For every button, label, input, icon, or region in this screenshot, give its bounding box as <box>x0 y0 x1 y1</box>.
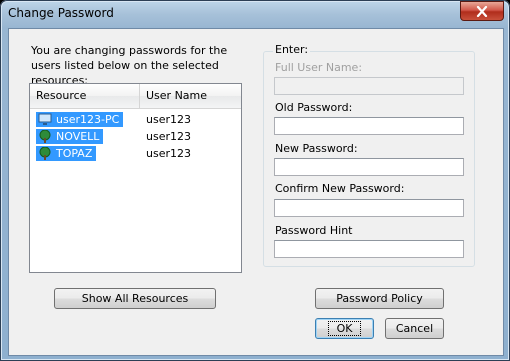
cancel-button[interactable]: Cancel <box>385 318 444 339</box>
tree-icon <box>39 130 51 143</box>
old-password-field[interactable] <box>274 117 464 135</box>
new-password-field[interactable] <box>274 158 464 176</box>
close-icon <box>476 5 488 17</box>
password-hint-field[interactable] <box>274 240 464 258</box>
change-password-dialog: Change Password You are changing passwor… <box>0 0 510 361</box>
resource-name: TOPAZ <box>36 146 97 161</box>
confirm-password-field[interactable] <box>274 199 464 217</box>
tree-icon <box>39 147 51 160</box>
resource-name: NOVELL <box>36 129 104 144</box>
resource-list[interactable]: Resource User Name user123-PC user123 NO… <box>29 83 242 273</box>
confirm-password-label: Confirm New Password: <box>275 182 405 195</box>
full-user-name-field <box>274 77 464 95</box>
list-item[interactable]: NOVELL user123 <box>30 129 241 146</box>
password-hint-label: Password Hint <box>275 224 353 237</box>
enter-group-label: Enter: <box>273 43 311 56</box>
list-item[interactable]: TOPAZ user123 <box>30 146 241 163</box>
intro-text: You are changing passwords for the users… <box>31 44 228 87</box>
computer-icon <box>38 113 52 125</box>
dialog-body: You are changing passwords for the users… <box>8 28 504 356</box>
show-all-resources-button[interactable]: Show All Resources <box>54 288 216 309</box>
new-password-label: New Password: <box>275 142 358 155</box>
full-user-name-label: Full User Name: <box>275 61 363 74</box>
column-header-user-name[interactable]: User Name <box>140 84 241 108</box>
password-policy-button[interactable]: Password Policy <box>315 288 444 309</box>
close-button[interactable] <box>460 1 504 21</box>
column-header-resource[interactable]: Resource <box>30 84 140 108</box>
list-item[interactable]: user123-PC user123 <box>30 112 241 129</box>
user-name: user123 <box>146 113 191 126</box>
list-header: Resource User Name <box>30 84 241 109</box>
window-title: Change Password <box>8 6 114 20</box>
ok-button-label: OK <box>327 321 362 336</box>
old-password-label: Old Password: <box>275 101 353 114</box>
ok-button[interactable]: OK <box>315 318 374 339</box>
resource-name: user123-PC <box>36 112 124 127</box>
user-name: user123 <box>146 130 191 143</box>
user-name: user123 <box>146 147 191 160</box>
